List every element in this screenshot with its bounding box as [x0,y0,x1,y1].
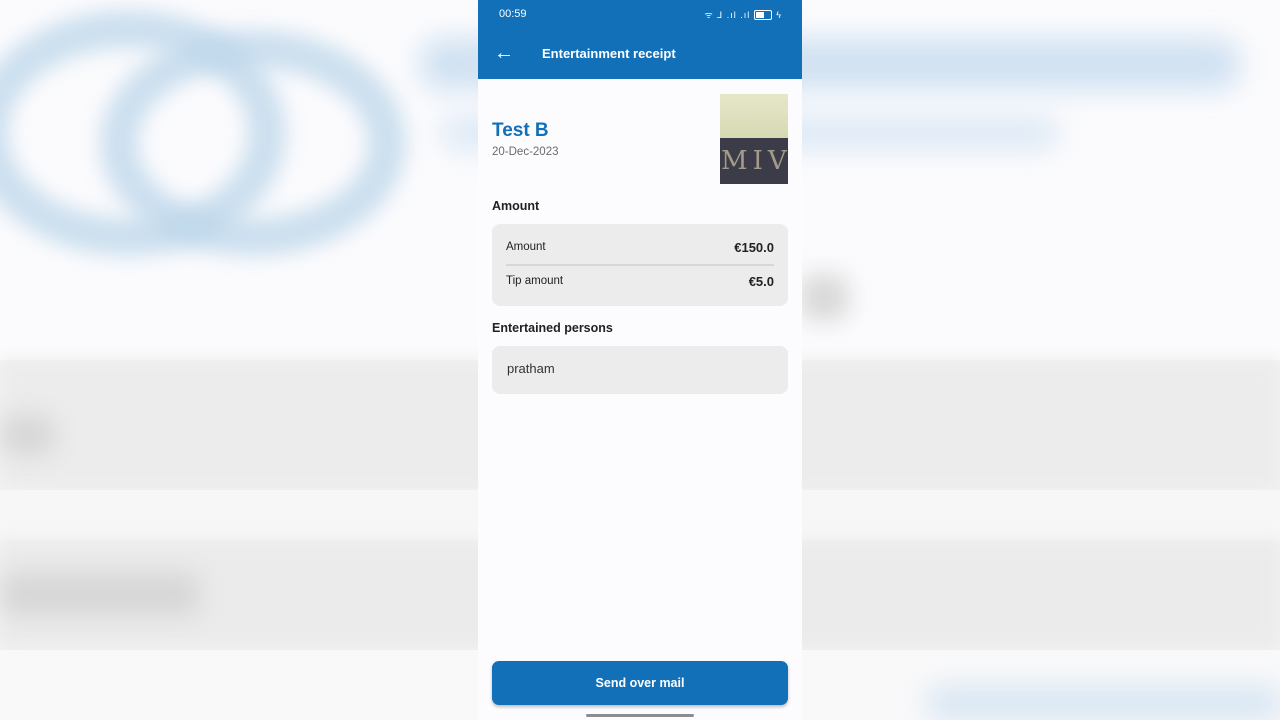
receipt-header: Test B 20-Dec-2023 [492,120,558,158]
amount-label: Amount [506,241,546,253]
tip-value: €5.0 [748,273,774,289]
status-icons: ᯤ ⅃ .ıl .ıl ϟ [705,8,783,21]
thumbnail-text: MIV [720,138,788,184]
receipt-name: Test B [492,120,549,141]
back-arrow-icon[interactable]: ← [493,42,515,64]
persons-card: pratham [492,346,788,394]
receipt-date: 20-Dec-2023 [492,146,559,158]
app-bar: 00:59 ᯤ ⅃ .ıl .ıl ϟ ← Entertainment rece… [478,0,802,79]
phone-screen: 00:59 ᯤ ⅃ .ıl .ıl ϟ ← Entertainment rece… [478,0,802,720]
home-indicator[interactable] [586,714,694,717]
amount-section-label: Amount [492,199,540,213]
tip-row: Tip amount €5.0 [506,265,774,297]
status-time: 00:59 [499,8,527,20]
charging-icon: ϟ [776,9,782,20]
person-item: pratham [507,361,555,376]
receipt-thumbnail[interactable]: MIV [720,94,788,184]
amount-card: Amount €150.0 Tip amount €5.0 [492,224,788,306]
tip-label: Tip amount [506,275,564,287]
battery-icon [754,9,773,20]
amount-value: €150.0 [734,239,774,255]
persons-section-label: Entertained persons [492,321,613,335]
page-title: Entertainment receipt [542,46,676,61]
send-over-mail-button[interactable]: Send over mail [492,661,788,705]
signal-icon: ᯤ ⅃ .ıl .ıl [704,10,751,20]
amount-row: Amount €150.0 [506,231,774,263]
